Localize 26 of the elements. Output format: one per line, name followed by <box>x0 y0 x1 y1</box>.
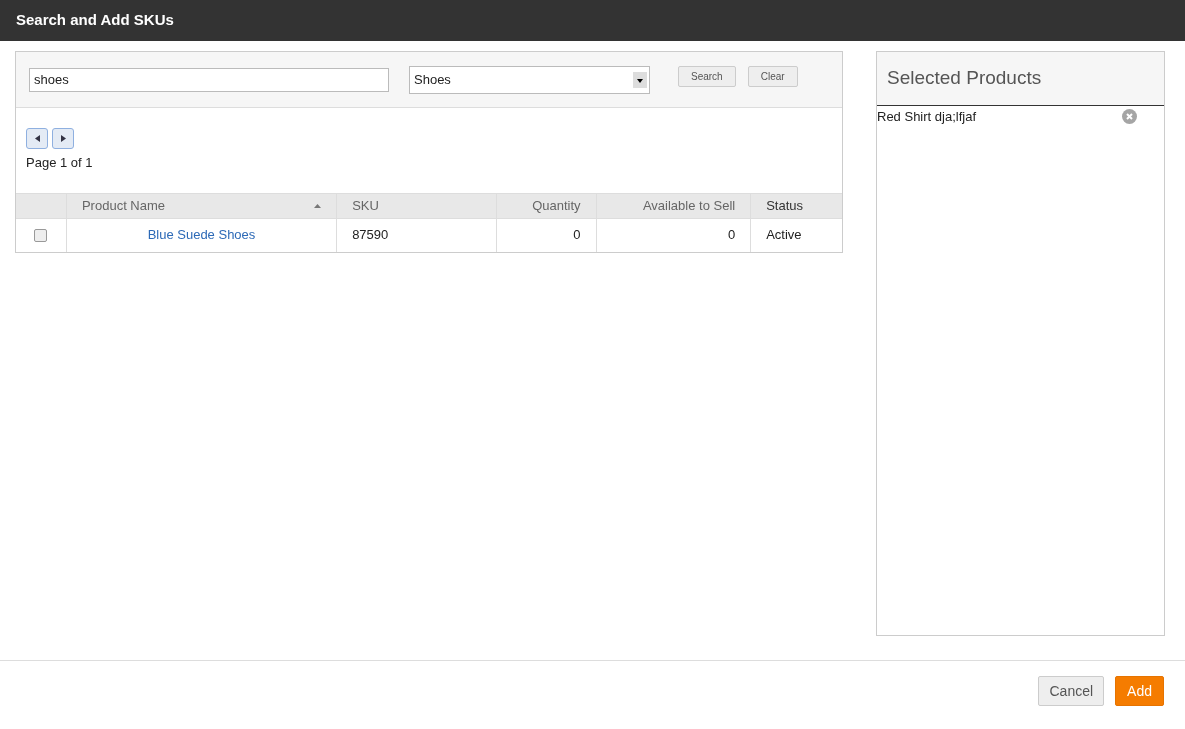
left-arrow-icon <box>34 135 40 142</box>
column-header[interactable]: Status <box>751 193 842 218</box>
right-arrow-icon <box>60 135 66 142</box>
table-cell-text: Active <box>766 226 802 245</box>
cancel-button[interactable]: Cancel <box>1038 676 1105 706</box>
column-header[interactable]: Available to Sell <box>596 193 752 218</box>
table-cell-text: 0 <box>727 226 736 245</box>
product-link[interactable]: Blue Suede Shoes <box>147 225 256 245</box>
next-page-button[interactable] <box>52 128 74 149</box>
sort-ascending-icon <box>314 203 322 208</box>
page-indicator: Page 1 of 1 <box>26 154 94 172</box>
category-select[interactable]: Shoes <box>409 65 650 94</box>
row-checkbox[interactable] <box>34 228 48 242</box>
column-header[interactable]: Product Name <box>66 193 338 218</box>
clear-button[interactable]: Clear <box>747 66 798 87</box>
search-button[interactable]: Search <box>678 66 736 87</box>
selected-product-item: Red Shirt dja;lfjaf <box>877 108 976 126</box>
previous-page-button[interactable] <box>26 128 48 149</box>
column-header[interactable]: SKU <box>337 193 497 218</box>
column-header[interactable]: Quantity <box>496 193 597 218</box>
table-cell-text: 0 <box>573 226 581 245</box>
panel-title: Selected Products <box>887 66 1042 91</box>
remove-icon[interactable] <box>1122 109 1137 125</box>
search-field[interactable]: shoes <box>29 67 389 92</box>
window-title: Search and Add SKUs <box>16 10 174 31</box>
table-cell-text: 87590 <box>352 226 389 245</box>
